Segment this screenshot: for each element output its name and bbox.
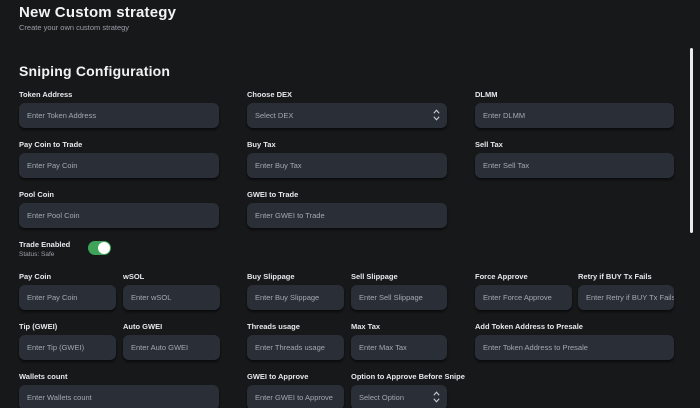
dlmm-placeholder: Enter DLMM	[483, 111, 526, 120]
gwei-to-trade-label: GWEI to Trade	[247, 190, 299, 199]
threads-usage-placeholder: Enter Threads usage	[255, 343, 325, 352]
retry-buy-placeholder: Enter Retry if BUY Tx Fails	[586, 293, 674, 302]
buy-tax-label: Buy Tax	[247, 140, 276, 149]
vertical-scrollbar[interactable]	[690, 48, 693, 233]
tip-gwei-label: Tip (GWEI)	[19, 322, 58, 331]
gwei-to-approve-label: GWEI to Approve	[247, 372, 309, 381]
gwei-to-trade-placeholder: Enter GWEI to Trade	[255, 211, 325, 220]
force-approve-label: Force Approve	[475, 272, 528, 281]
token-address-input[interactable]: Enter Token Address	[19, 103, 219, 128]
wallets-count-placeholder: Enter Wallets count	[27, 393, 92, 402]
toggle-knob	[98, 242, 110, 254]
sell-tax-placeholder: Enter Sell Tax	[483, 161, 530, 170]
page-subtitle: Create your own custom strategy	[19, 23, 130, 32]
auto-gwei-label: Auto GWEI	[123, 322, 163, 331]
gwei-to-approve-placeholder: Enter GWEI to Approve	[255, 393, 333, 402]
pool-coin-label: Pool Coin	[19, 190, 54, 199]
pool-coin-placeholder: Enter Pool Coin	[27, 211, 80, 220]
pay-coin-placeholder: Enter Pay Coin	[27, 293, 78, 302]
threads-usage-input[interactable]: Enter Threads usage	[247, 335, 344, 360]
approve-option-label: Option to Approve Before Snipe	[351, 372, 465, 381]
retry-buy-label: Retry if BUY Tx Fails	[578, 272, 652, 281]
page-title: New Custom strategy	[19, 4, 177, 21]
trade-enabled-toggle[interactable]	[88, 241, 111, 255]
sell-slippage-placeholder: Enter Sell Slippage	[359, 293, 423, 302]
buy-slippage-label: Buy Slippage	[247, 272, 295, 281]
custom-strategy-page: New Custom strategy Create your own cust…	[0, 0, 700, 408]
trade-enabled-label: Trade Enabled	[19, 240, 71, 249]
wallets-count-input[interactable]: Enter Wallets count	[19, 385, 219, 408]
threads-usage-label: Threads usage	[247, 322, 300, 331]
wallets-count-label: Wallets count	[19, 372, 68, 381]
wsol-placeholder: Enter wSOL	[131, 293, 172, 302]
approve-option-value: Select Option	[359, 393, 405, 402]
max-tax-label: Max Tax	[351, 322, 381, 331]
gwei-to-approve-input[interactable]: Enter GWEI to Approve	[247, 385, 344, 408]
token-address-placeholder: Enter Token Address	[27, 111, 97, 120]
sell-tax-input[interactable]: Enter Sell Tax	[475, 153, 674, 178]
auto-gwei-input[interactable]: Enter Auto GWEI	[123, 335, 220, 360]
pay-coin-label: Pay Coin	[19, 272, 52, 281]
wsol-label: wSOL	[123, 272, 145, 281]
sell-slippage-label: Sell Slippage	[351, 272, 398, 281]
buy-tax-input[interactable]: Enter Buy Tax	[247, 153, 447, 178]
auto-gwei-placeholder: Enter Auto GWEI	[131, 343, 189, 352]
buy-tax-placeholder: Enter Buy Tax	[255, 161, 302, 170]
token-address-label: Token Address	[19, 90, 73, 99]
retry-buy-input[interactable]: Enter Retry if BUY Tx Fails	[578, 285, 674, 310]
presale-address-input[interactable]: Enter Token Address to Presale	[475, 335, 674, 360]
buy-slippage-placeholder: Enter Buy Slippage	[255, 293, 320, 302]
dlmm-label: DLMM	[475, 90, 498, 99]
pool-coin-input[interactable]: Enter Pool Coin	[19, 203, 219, 228]
gwei-to-trade-input[interactable]: Enter GWEI to Trade	[247, 203, 447, 228]
choose-dex-value: Select DEX	[255, 111, 294, 120]
choose-dex-select[interactable]: Select DEX	[247, 103, 447, 128]
trade-status-text: Status: Safe	[19, 251, 55, 258]
tip-gwei-placeholder: Enter Tip (GWEI)	[27, 343, 85, 352]
dlmm-input[interactable]: Enter DLMM	[475, 103, 674, 128]
pay-coin-to-trade-input[interactable]: Enter Pay Coin	[19, 153, 219, 178]
wsol-input[interactable]: Enter wSOL	[123, 285, 220, 310]
presale-address-placeholder: Enter Token Address to Presale	[483, 343, 588, 352]
pay-coin-to-trade-placeholder: Enter Pay Coin	[27, 161, 78, 170]
force-approve-placeholder: Enter Force Approve	[483, 293, 552, 302]
chevron-up-down-icon	[433, 109, 440, 121]
pay-coin-to-trade-label: Pay Coin to Trade	[19, 140, 83, 149]
tip-gwei-input[interactable]: Enter Tip (GWEI)	[19, 335, 116, 360]
sell-tax-label: Sell Tax	[475, 140, 503, 149]
buy-slippage-input[interactable]: Enter Buy Slippage	[247, 285, 344, 310]
sell-slippage-input[interactable]: Enter Sell Slippage	[351, 285, 447, 310]
force-approve-input[interactable]: Enter Force Approve	[475, 285, 572, 310]
chevron-up-down-icon	[433, 391, 440, 403]
choose-dex-label: Choose DEX	[247, 90, 293, 99]
presale-address-label: Add Token Address to Presale	[475, 322, 583, 331]
approve-option-select[interactable]: Select Option	[351, 385, 447, 408]
max-tax-input[interactable]: Enter Max Tax	[351, 335, 447, 360]
pay-coin-input[interactable]: Enter Pay Coin	[19, 285, 116, 310]
max-tax-placeholder: Enter Max Tax	[359, 343, 407, 352]
section-title: Sniping Configuration	[19, 63, 171, 79]
